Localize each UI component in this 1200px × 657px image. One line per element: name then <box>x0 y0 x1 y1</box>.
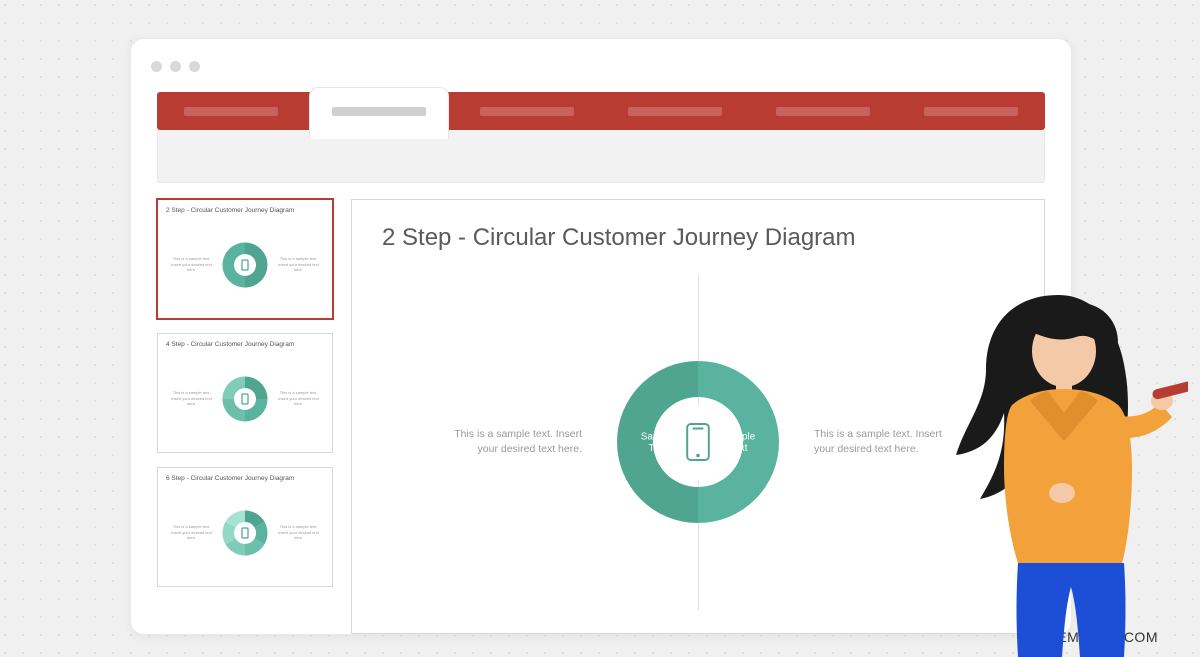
ribbon-tab[interactable] <box>157 92 305 130</box>
tab-placeholder <box>332 107 427 116</box>
circular-diagram: SampleText SampleText <box>608 352 788 532</box>
presenter-illustration <box>938 277 1188 657</box>
window-controls <box>151 61 200 72</box>
ribbon-tabs <box>157 92 1045 130</box>
tab-placeholder <box>776 107 871 116</box>
window-dot[interactable] <box>151 61 162 72</box>
tab-placeholder <box>184 107 279 116</box>
thumbnail-body: This is a sample text. Insert your desir… <box>166 352 324 445</box>
ribbon-tab[interactable] <box>453 92 601 130</box>
thumbnail-diagram <box>220 374 270 424</box>
tab-placeholder <box>628 107 723 116</box>
right-caption: This is a sample text. Insert your desir… <box>814 427 944 459</box>
thumbnail-hint-left: This is a sample text. Insert your desir… <box>169 524 214 541</box>
slide-title: 2 Step - Circular Customer Journey Diagr… <box>382 224 1014 252</box>
thumbnail-title: 6 Step - Circular Customer Journey Diagr… <box>166 475 324 482</box>
thumbnail-hint-right: This is a sample text. Insert your desir… <box>276 390 321 407</box>
ribbon-body <box>157 130 1045 183</box>
slide-thumbnail[interactable]: 6 Step - Circular Customer Journey Diagr… <box>157 467 333 587</box>
thumbnail-title: 4 Step - Circular Customer Journey Diagr… <box>166 341 324 348</box>
thumbnail-hint-left: This is a sample text. Insert your desir… <box>169 390 214 407</box>
window-dot[interactable] <box>189 61 200 72</box>
thumbnail-hint-left: This is a sample text. Insert your desir… <box>169 256 214 273</box>
thumbnail-body: This is a sample text. Insert your desir… <box>166 218 324 311</box>
thumbnail-title: 2 Step - Circular Customer Journey Diagr… <box>166 207 324 214</box>
thumbnail-diagram <box>220 240 270 290</box>
app-window: 2 Step - Circular Customer Journey Diagr… <box>130 38 1072 635</box>
ribbon-tab[interactable] <box>897 92 1045 130</box>
slide-thumbnails: 2 Step - Circular Customer Journey Diagr… <box>157 199 333 634</box>
ribbon-tab[interactable] <box>749 92 897 130</box>
slide-thumbnail[interactable]: 2 Step - Circular Customer Journey Diagr… <box>157 199 333 319</box>
thumbnail-hint-right: This is a sample text. Insert your desir… <box>276 524 321 541</box>
thumbnail-hint-right: This is a sample text. Insert your desir… <box>276 256 321 273</box>
thumbnail-diagram <box>220 508 270 558</box>
left-caption: This is a sample text. Insert your desir… <box>452 427 582 459</box>
editor-stage: 2 Step - Circular Customer Journey Diagr… <box>157 199 1045 634</box>
tab-placeholder <box>480 107 575 116</box>
thumbnail-body: This is a sample text. Insert your desir… <box>166 486 324 579</box>
window-dot[interactable] <box>170 61 181 72</box>
slide-thumbnail[interactable]: 4 Step - Circular Customer Journey Diagr… <box>157 333 333 453</box>
tab-placeholder <box>924 107 1019 116</box>
ribbon-tab[interactable] <box>305 92 453 130</box>
ribbon-tab[interactable] <box>601 92 749 130</box>
